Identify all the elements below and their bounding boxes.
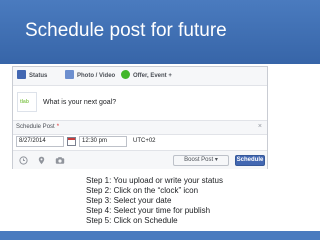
time-field[interactable]: 12:30 pm xyxy=(79,136,127,147)
calendar-icon[interactable] xyxy=(67,137,76,146)
timezone-label: UTC+02 xyxy=(133,138,156,144)
schedule-post-text: Schedule Post xyxy=(16,124,55,130)
tab-offer-event-label: Offer, Event + xyxy=(133,73,172,79)
boost-post-button[interactable]: Boost Post ▾ xyxy=(173,155,229,166)
composer-tabs: Status Photo / Video Offer, Event + xyxy=(13,67,267,86)
step-2: Step 2: Click on the “clock” icon xyxy=(86,186,199,195)
tab-photo-video[interactable]: Photo / Video xyxy=(65,69,116,82)
required-marker: * xyxy=(56,124,60,130)
tab-offer-event[interactable]: Offer, Event + xyxy=(121,69,172,82)
camera-icon[interactable] xyxy=(55,156,65,165)
composer-input[interactable]: What is your next goal? xyxy=(43,99,116,106)
avatar-text: tlab xyxy=(20,99,29,105)
schedule-post-label: Schedule Post * xyxy=(16,122,59,132)
clock-icon[interactable] xyxy=(19,156,28,165)
tab-status-label: Status xyxy=(29,73,48,79)
date-field[interactable]: 8/27/2014 xyxy=(16,136,64,147)
footer-band xyxy=(0,231,320,240)
slide-title-band: Schedule post for future xyxy=(0,0,320,64)
step-1: Step 1: You upload or write your status xyxy=(86,176,223,185)
status-icon xyxy=(17,69,26,79)
schedule-button[interactable]: Schedule xyxy=(235,155,265,166)
step-5: Step 5: Click on Schedule xyxy=(86,216,178,225)
slide-title: Schedule post for future xyxy=(25,20,227,41)
schedule-fields: 8/27/2014 12:30 pm UTC+02 xyxy=(13,134,267,150)
step-4: Step 4: Select your time for publish xyxy=(86,206,211,215)
composer-area[interactable]: tlab What is your next goal? xyxy=(13,86,267,120)
photo-icon xyxy=(65,69,74,79)
tab-status[interactable]: Status xyxy=(17,69,48,82)
offer-icon xyxy=(121,69,130,79)
avatar: tlab xyxy=(17,92,37,112)
step-3: Step 3: Select your date xyxy=(86,196,172,205)
post-composer: Status Photo / Video Offer, Event + tlab… xyxy=(12,66,268,169)
instructions: Step 1: You upload or write your status … xyxy=(86,176,223,226)
close-icon[interactable]: × xyxy=(258,122,262,132)
location-icon[interactable] xyxy=(37,156,46,165)
tab-photo-video-label: Photo / Video xyxy=(77,73,116,79)
schedule-post-header: Schedule Post * × xyxy=(13,120,267,135)
composer-actions: Boost Post ▾ Schedule xyxy=(13,150,267,169)
